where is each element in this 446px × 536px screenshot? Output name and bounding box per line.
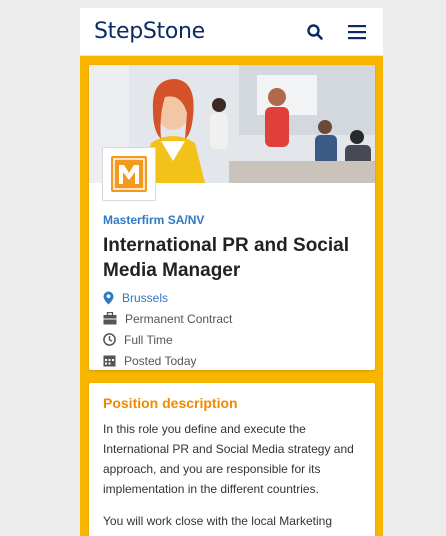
company-logo[interactable] [102,147,156,201]
hours-label: Full Time [124,332,173,347]
posted-label: Posted Today [124,353,197,368]
description-paragraph: In this role you define and execute the … [103,422,354,496]
job-summary-card[interactable]: Masterfirm SA/NV International PR and So… [89,65,375,370]
briefcase-icon [103,312,117,325]
location-pin-icon [103,291,114,304]
job-contract-type: Permanent Contract [103,308,363,329]
stepstone-logo[interactable]: StepStone [94,19,205,44]
position-description-heading: Position description [103,395,238,411]
company-name[interactable]: Masterfirm SA/NV [103,213,363,227]
job-hours: Full Time [103,329,363,350]
header-actions [301,18,371,46]
job-posted-date: Posted Today [103,350,363,370]
mobile-viewport: StepStone Masterfirm SA/NV International… [80,8,383,536]
search-icon[interactable] [301,18,329,46]
job-location[interactable]: Brussels [103,287,363,308]
top-navigation-bar: StepStone [80,8,383,56]
contract-label: Permanent Contract [125,311,233,326]
clock-icon [103,333,116,346]
job-details: Masterfirm SA/NV International PR and So… [103,213,363,370]
calendar-icon [103,355,116,367]
job-title: International PR and Social Media Manage… [103,235,349,281]
description-paragraph: You will work close with the local Marke… [103,514,349,536]
location-label: Brussels [122,290,169,305]
hamburger-menu-icon[interactable] [343,18,371,46]
position-description-card: Position description In this role you de… [89,383,375,536]
